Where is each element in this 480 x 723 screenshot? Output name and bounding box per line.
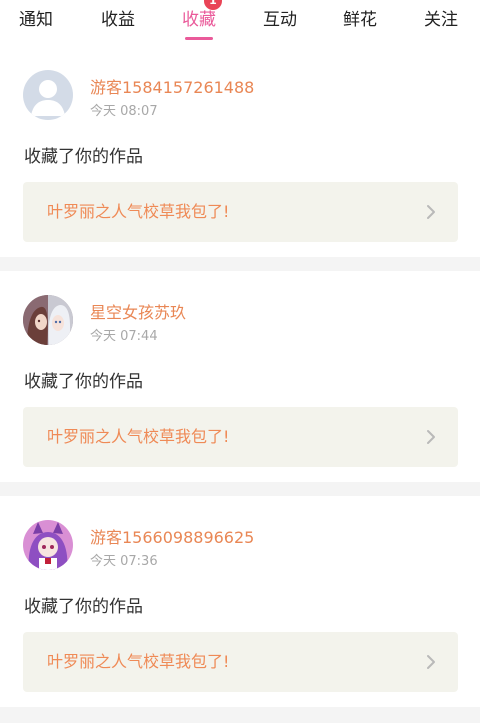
tab-label: 关注 [424,10,458,30]
avatar[interactable] [23,295,73,345]
tab-interactions[interactable]: 互动 [244,0,316,46]
tab-label: 收藏 [182,10,216,30]
timestamp: 今天 08:07 [90,104,158,119]
anime-girls-avatar-icon [23,295,73,345]
active-tab-indicator [185,37,213,40]
timestamp: 今天 07:36 [90,554,158,569]
action-text: 收藏了你的作品 [24,597,143,617]
anime-catgirl-avatar-icon [23,520,73,570]
action-text: 收藏了你的作品 [24,147,143,167]
timestamp: 今天 07:44 [90,329,158,344]
action-text: 收藏了你的作品 [24,372,143,392]
tab-label: 互动 [263,10,297,30]
work-link[interactable]: 叶罗丽之人气校草我包了! [23,182,458,242]
username[interactable]: 游客1566098896625 [90,524,254,548]
work-link[interactable]: 叶罗丽之人气校草我包了! [23,407,458,467]
username[interactable]: 星空女孩苏玖 [90,299,186,323]
work-title: 叶罗丽之人气校草我包了! [47,202,230,221]
tab-notifications[interactable]: 通知 [0,0,72,46]
tab-following[interactable]: 关注 [405,0,477,46]
tab-label: 收益 [101,10,135,30]
list-item: 游客1584157261488 今天 08:07 收藏了你的作品 叶罗丽之人气校… [0,46,480,257]
work-title: 叶罗丽之人气校草我包了! [47,427,230,446]
chevron-right-icon [427,205,435,219]
tab-flowers[interactable]: 鲜花 [324,0,396,46]
unread-badge: 1 [204,0,222,10]
notifications-page: 通知 收益 收藏 1 互动 鲜花 关注 游客1584157261488 今天 0… [0,0,480,723]
chevron-right-icon [427,430,435,444]
tab-earnings[interactable]: 收益 [82,0,154,46]
work-link[interactable]: 叶罗丽之人气校草我包了! [23,632,458,692]
tab-label: 通知 [19,10,53,30]
avatar[interactable] [23,520,73,570]
avatar[interactable] [23,70,73,120]
tab-label: 鲜花 [343,10,377,30]
work-title: 叶罗丽之人气校草我包了! [47,652,230,671]
chevron-right-icon [427,655,435,669]
tab-favorites[interactable]: 收藏 1 [163,0,235,46]
username[interactable]: 游客1584157261488 [90,74,254,98]
list-bottom-spacer [0,707,480,723]
list-item: 游客1566098896625 今天 07:36 收藏了你的作品 叶罗丽之人气校… [0,496,480,707]
default-user-avatar-icon [23,70,73,120]
tab-bar: 通知 收益 收藏 1 互动 鲜花 关注 [0,0,480,46]
list-item: 星空女孩苏玖 今天 07:44 收藏了你的作品 叶罗丽之人气校草我包了! [0,271,480,482]
